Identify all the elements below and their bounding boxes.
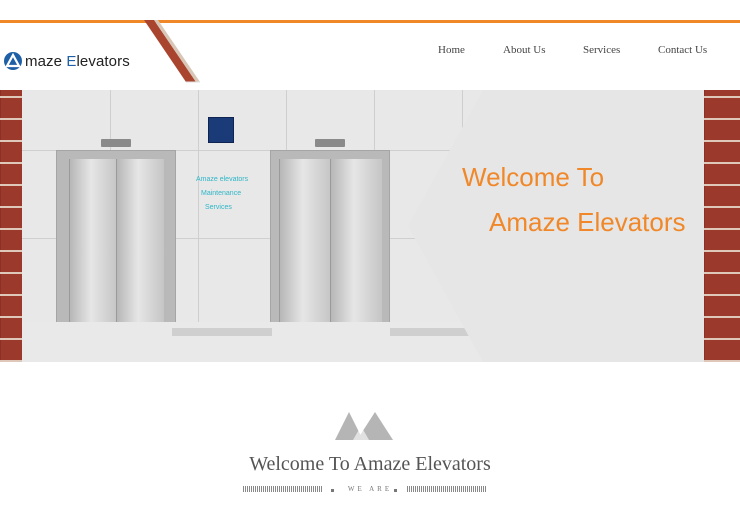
welcome-title: Welcome To Amaze Elevators — [249, 453, 491, 475]
we-are-divider: WE ARE — [0, 484, 740, 496]
nav-item-home[interactable]: Home — [438, 44, 465, 56]
nav-item-contact-us[interactable]: Contact Us — [658, 44, 707, 56]
nav-item-about-us[interactable]: About Us — [503, 44, 545, 56]
hero-headline-line1: Welcome To — [462, 162, 605, 192]
main-nav: Home About Us Services Contact Us — [0, 44, 740, 62]
we-are-label: WE ARE — [347, 485, 393, 493]
hero-headline-line2: Amaze Elevators — [489, 207, 686, 237]
mountains-icon — [335, 412, 393, 440]
hero-banner: Amaze elevators Maintenance Services Wel… — [0, 90, 740, 362]
nav-item-services[interactable]: Services — [583, 44, 620, 56]
